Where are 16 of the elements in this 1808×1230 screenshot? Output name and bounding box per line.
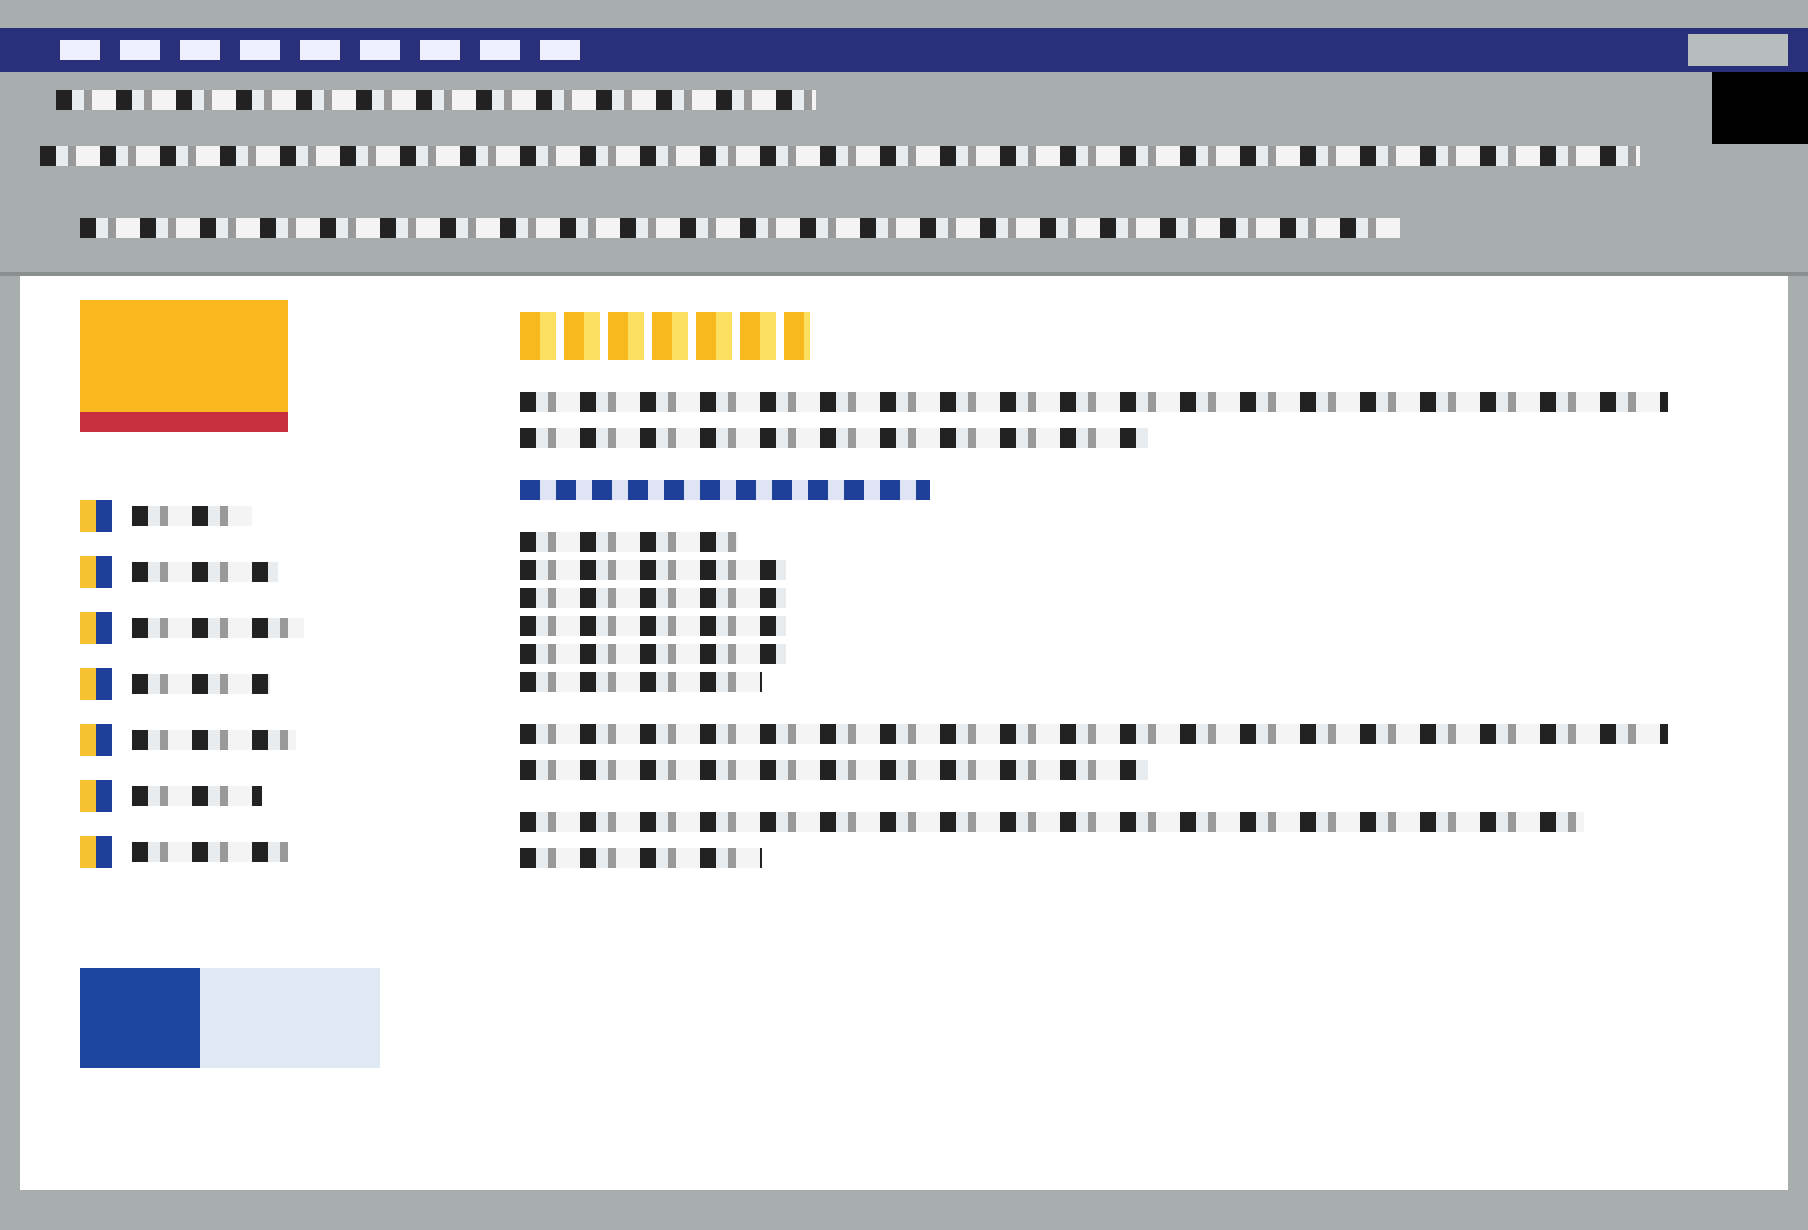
bullet-icon bbox=[80, 724, 112, 756]
bullet-icon bbox=[80, 612, 112, 644]
illegible-link[interactable] bbox=[132, 506, 252, 526]
illegible-link[interactable] bbox=[132, 674, 270, 694]
bullet-icon bbox=[80, 836, 112, 868]
illegible-link[interactable] bbox=[132, 786, 262, 806]
illegible-link[interactable] bbox=[132, 562, 278, 582]
bullet-icon bbox=[80, 500, 112, 532]
illegible-link[interactable] bbox=[132, 730, 296, 750]
logo-icon bbox=[80, 300, 288, 432]
bullet-icon bbox=[80, 780, 112, 812]
illegible-link[interactable] bbox=[132, 618, 304, 638]
illegible-link[interactable] bbox=[132, 842, 288, 862]
emblem-icon bbox=[80, 968, 380, 1068]
bullet-icon bbox=[80, 556, 112, 588]
bullet-icon bbox=[80, 668, 112, 700]
